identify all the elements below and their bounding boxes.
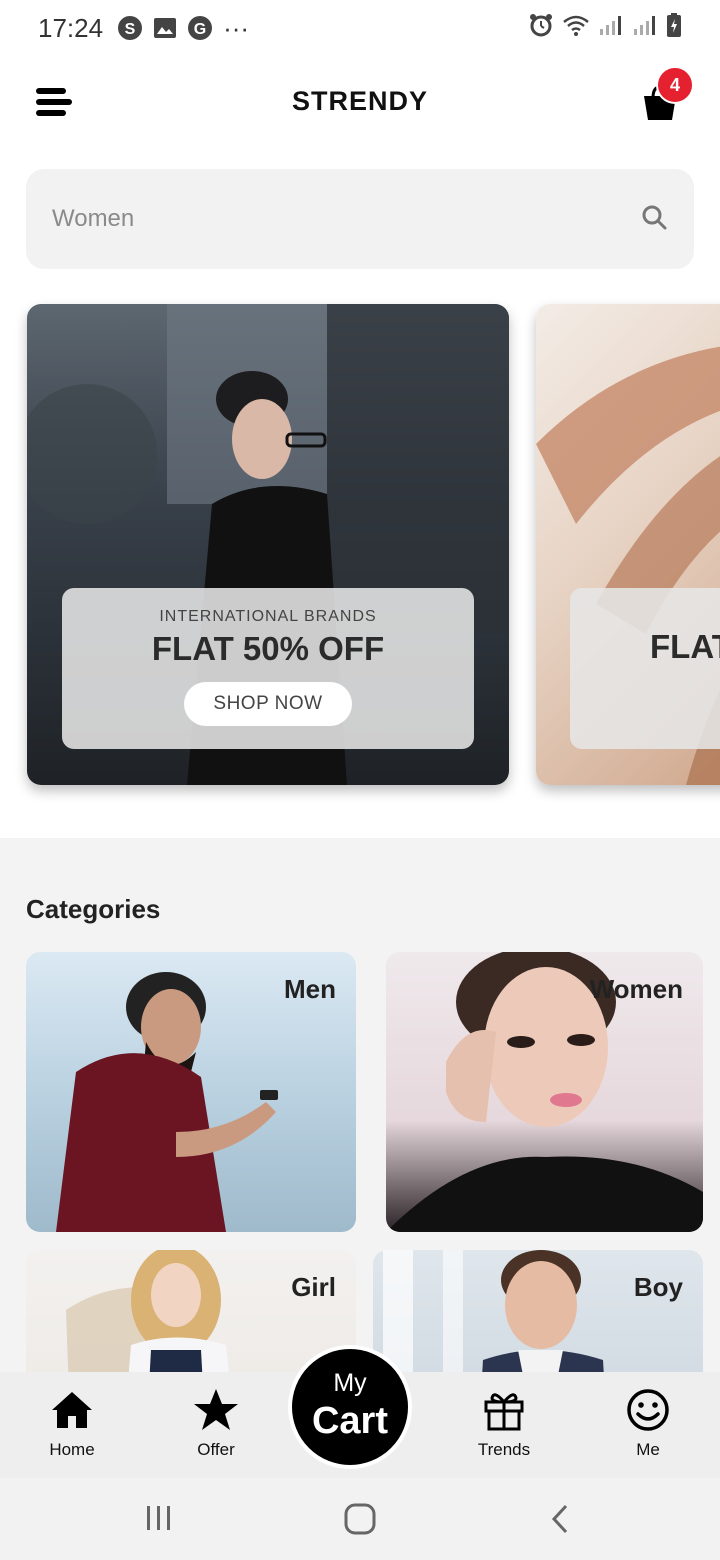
categories-section: Categories Men Women Girl Boy bbox=[0, 838, 720, 1530]
promo-carousel[interactable]: INTERNATIONAL BRANDS FLAT 50% OFF SHOP N… bbox=[0, 290, 720, 838]
my-cart-line2: Cart bbox=[311, 1400, 389, 1442]
app-header: STRENDY 4 bbox=[0, 56, 720, 152]
nav-trends[interactable]: Trends bbox=[459, 1386, 549, 1460]
back-icon[interactable] bbox=[548, 1502, 572, 1541]
battery-icon bbox=[666, 12, 682, 45]
star-icon bbox=[194, 1389, 238, 1430]
category-label: Girl bbox=[291, 1272, 336, 1302]
category-label: Men bbox=[284, 974, 336, 1004]
wifi-icon bbox=[562, 13, 590, 44]
nav-offer-label: Offer bbox=[197, 1440, 235, 1459]
gallery-icon bbox=[153, 17, 177, 39]
nav-me-label: Me bbox=[636, 1440, 660, 1459]
categories-title: Categories bbox=[26, 894, 161, 924]
system-navigation-bar bbox=[0, 1478, 720, 1560]
signal-2-icon bbox=[632, 13, 658, 44]
banner-2-caption: FLAT bbox=[570, 588, 720, 749]
banner-subtitle: INTERNATIONAL BRANDS bbox=[159, 608, 377, 625]
nav-offer[interactable]: Offer bbox=[171, 1386, 261, 1460]
promo-banner[interactable]: INTERNATIONAL BRANDS FLAT 50% OFF SHOP N… bbox=[27, 304, 509, 785]
home-icon bbox=[52, 1392, 92, 1428]
home-system-icon[interactable] bbox=[343, 1502, 377, 1541]
skype-icon: S bbox=[117, 15, 143, 41]
smiley-icon bbox=[627, 1389, 669, 1431]
my-cart-line1: My bbox=[333, 1369, 367, 1397]
banner-headline: FLAT 50% OFF bbox=[151, 630, 385, 667]
signal-icon bbox=[598, 13, 624, 44]
nav-trends-label: Trends bbox=[477, 1440, 531, 1459]
gift-icon bbox=[484, 1393, 524, 1431]
my-cart-button[interactable]: My Cart bbox=[288, 1345, 412, 1469]
nav-me[interactable]: Me bbox=[603, 1386, 693, 1460]
status-bar: 17:24 S G ··· bbox=[0, 0, 720, 56]
svg-text:G: G bbox=[194, 21, 206, 38]
search-input[interactable] bbox=[52, 205, 640, 233]
status-time: 17:24 bbox=[38, 12, 104, 43]
alarm-icon bbox=[528, 12, 554, 45]
google-icon: G bbox=[187, 15, 213, 41]
cart-count-badge: 4 bbox=[656, 66, 694, 104]
banner-caption: INTERNATIONAL BRANDS FLAT 50% OFF SHOP N… bbox=[62, 588, 474, 749]
nav-home[interactable]: Home bbox=[27, 1386, 117, 1460]
category-label: Boy bbox=[633, 1272, 683, 1302]
banner-2-headline: FLAT bbox=[650, 628, 720, 665]
recent-apps-icon[interactable] bbox=[144, 1502, 174, 1539]
app-title: STRENDY bbox=[291, 86, 428, 116]
nav-home-label: Home bbox=[49, 1440, 95, 1459]
category-women[interactable]: Women bbox=[386, 952, 703, 1232]
search-icon[interactable] bbox=[640, 203, 668, 236]
more-notifications-icon: ··· bbox=[223, 12, 250, 43]
svg-text:S: S bbox=[125, 21, 136, 38]
category-label: Women bbox=[589, 974, 683, 1004]
search-bar[interactable] bbox=[26, 169, 694, 269]
category-men[interactable]: Men bbox=[26, 952, 356, 1232]
promo-banner-2[interactable]: FLAT bbox=[536, 304, 720, 785]
shop-now-button[interactable]: SHOP NOW bbox=[184, 682, 352, 726]
